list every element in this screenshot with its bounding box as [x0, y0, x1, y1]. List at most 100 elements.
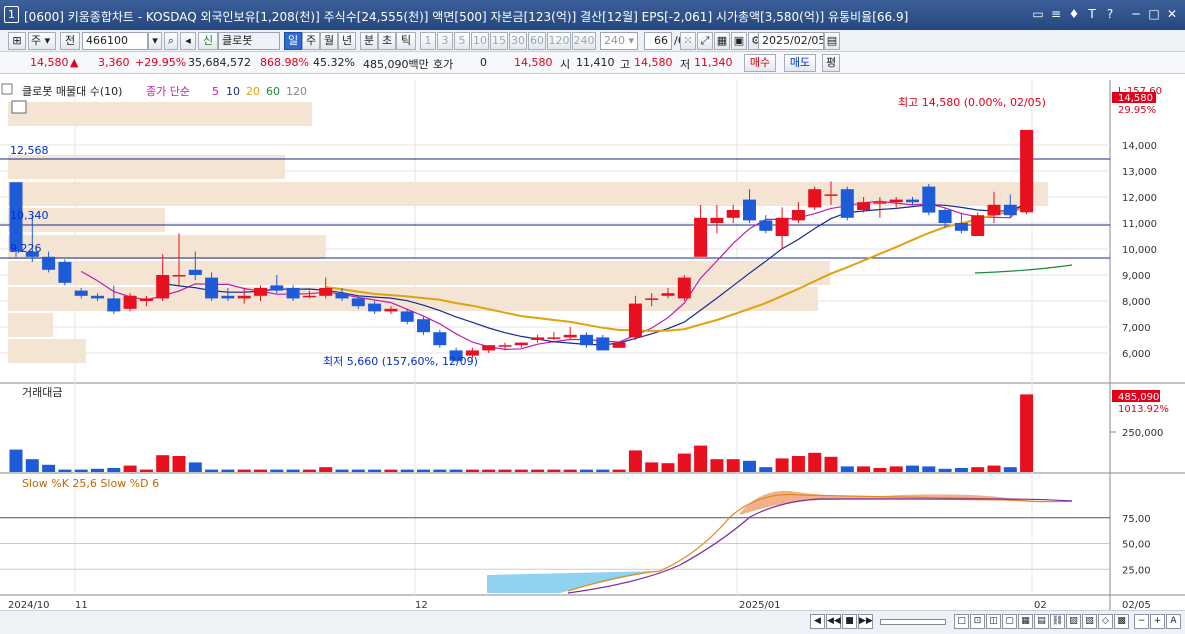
- save-icon[interactable]: ▣: [731, 32, 747, 50]
- zoom-icon-2[interactable]: ⊡: [970, 614, 985, 629]
- interval-240[interactable]: 240: [572, 32, 596, 50]
- calendar-icon[interactable]: ▤: [824, 32, 840, 50]
- last-icon[interactable]: ▶▶: [858, 614, 873, 629]
- chart-area[interactable]: 14,000 13,000 12,000 11,000 10,000 9,000 8,000…: [0, 75, 1185, 620]
- search-icon[interactable]: ⌕: [164, 32, 178, 50]
- sound-icon[interactable]: ◂: [180, 32, 196, 50]
- candle-body: [335, 293, 349, 299]
- interval-120[interactable]: 120: [547, 32, 571, 50]
- volume-bar: [596, 469, 610, 472]
- grid-icon[interactable]: ⁙: [680, 32, 696, 50]
- volume-tag-text: 485,090: [1118, 392, 1159, 403]
- period-week[interactable]: 주: [302, 32, 320, 50]
- stock-code-input[interactable]: 466100: [82, 32, 148, 50]
- zoom-slider[interactable]: [880, 619, 946, 625]
- font-size-icon[interactable]: A: [1166, 614, 1181, 629]
- first-icon[interactable]: ◀◀: [826, 614, 841, 629]
- period-day[interactable]: 일: [284, 32, 302, 50]
- table-icon[interactable]: [11, 100, 27, 114]
- volume-bar: [726, 459, 740, 472]
- volume-bar: [91, 468, 104, 472]
- interval-30[interactable]: 30: [509, 32, 527, 50]
- date-input[interactable]: 2025/02/05: [758, 32, 824, 50]
- zoom-icon-5[interactable]: ▦: [1018, 614, 1033, 629]
- interval-15[interactable]: 15: [490, 32, 508, 50]
- volume-rate: 868.98%: [260, 56, 309, 69]
- interval-10[interactable]: 10: [471, 32, 489, 50]
- prefix-button[interactable]: 전: [60, 32, 80, 50]
- period-second[interactable]: 초: [378, 32, 396, 50]
- layout-icon[interactable]: ⊞: [8, 32, 26, 50]
- volume-pct-text: 1013.92%: [1118, 404, 1169, 415]
- volume-bar: [1003, 467, 1017, 472]
- code-dropdown-icon[interactable]: ▾: [148, 32, 162, 50]
- period-month[interactable]: 월: [320, 32, 338, 50]
- candle-body: [628, 303, 642, 338]
- menu-icon[interactable]: ≡: [1048, 6, 1064, 22]
- buy-button[interactable]: 매수: [744, 54, 776, 72]
- candle-body: [645, 298, 659, 300]
- zoom-icon-1[interactable]: □: [954, 614, 969, 629]
- period-tick[interactable]: 틱: [396, 32, 416, 50]
- minimize-icon[interactable]: ─: [1128, 6, 1144, 22]
- change-rate: +29.95%: [135, 56, 187, 69]
- zoom-icon-9[interactable]: ◇: [1098, 614, 1113, 629]
- sell-button[interactable]: 매도: [784, 54, 816, 72]
- volume-bar: [319, 467, 333, 472]
- volume-bar: [465, 469, 479, 472]
- window-number: 1: [4, 6, 19, 23]
- scroll-left-icon[interactable]: ◀: [810, 614, 825, 629]
- font-icon[interactable]: T: [1084, 6, 1100, 22]
- zoom-icon-10[interactable]: ▩: [1114, 614, 1129, 629]
- volume-bar: [302, 469, 316, 472]
- stop-icon[interactable]: ■: [842, 614, 857, 629]
- zoom-icon-7[interactable]: ▨: [1066, 614, 1081, 629]
- interval-1[interactable]: 1: [420, 32, 436, 50]
- interval-5[interactable]: 5: [454, 32, 470, 50]
- maximize-icon[interactable]: □: [1146, 6, 1162, 22]
- candle-body: [775, 217, 789, 236]
- zoom-icon-8[interactable]: ▧: [1082, 614, 1097, 629]
- period-minute[interactable]: 분: [360, 32, 378, 50]
- interval-3[interactable]: 3: [437, 32, 453, 50]
- zoom-in-icon[interactable]: +: [1150, 614, 1165, 629]
- trend-icon[interactable]: ⤢: [697, 32, 713, 50]
- volume-bar: [628, 450, 642, 472]
- eval-button[interactable]: 평: [822, 54, 840, 72]
- period-year[interactable]: 년: [338, 32, 356, 50]
- volume-tick: 250,000: [1122, 428, 1163, 439]
- zoom-out-icon[interactable]: −: [1134, 614, 1149, 629]
- candle-body: [433, 332, 447, 346]
- bid-value: 14,580: [514, 56, 553, 69]
- calc-icon[interactable]: ▦: [714, 32, 730, 50]
- count-input[interactable]: 66: [644, 32, 672, 50]
- volume-bar: [971, 467, 985, 472]
- zoom-icon-4[interactable]: ▢: [1002, 614, 1017, 629]
- market-select[interactable]: 주 ▾: [28, 32, 56, 50]
- candle-body: [123, 295, 137, 309]
- title-bar: 1 [0600] 키움종합차트 - KOSDAQ 외국인보유[1,208(천)]…: [0, 0, 1185, 30]
- link-icon[interactable]: ⛓: [1050, 614, 1065, 629]
- candle-body: [42, 256, 56, 270]
- volume-bar: [107, 468, 121, 472]
- candle-body: [954, 223, 968, 231]
- volume-bar: [74, 469, 88, 472]
- pin-icon[interactable]: ♦: [1066, 6, 1082, 22]
- interval-60[interactable]: 60: [528, 32, 546, 50]
- legend-stochastic: Slow %K 25,6 Slow %D 6: [22, 477, 159, 490]
- help-icon[interactable]: ?: [1102, 6, 1118, 22]
- volume-bar: [123, 465, 137, 472]
- restore-layout-icon[interactable]: ▭: [1030, 6, 1046, 22]
- legend-toggle-icon[interactable]: [1, 83, 13, 95]
- candle-body: [791, 210, 805, 221]
- candle-body: [384, 308, 398, 312]
- hline-label-2: 10,340: [10, 209, 49, 222]
- zoom-icon-3[interactable]: ◫: [986, 614, 1001, 629]
- trade-amount: 485,090백만: [363, 58, 429, 71]
- interval-select[interactable]: 240 ▾: [600, 32, 638, 50]
- volume-bar: [645, 462, 659, 472]
- volume-bar: [808, 452, 822, 472]
- close-icon[interactable]: ✕: [1164, 6, 1180, 22]
- volume-bar: [188, 462, 202, 472]
- zoom-icon-6[interactable]: ▤: [1034, 614, 1049, 629]
